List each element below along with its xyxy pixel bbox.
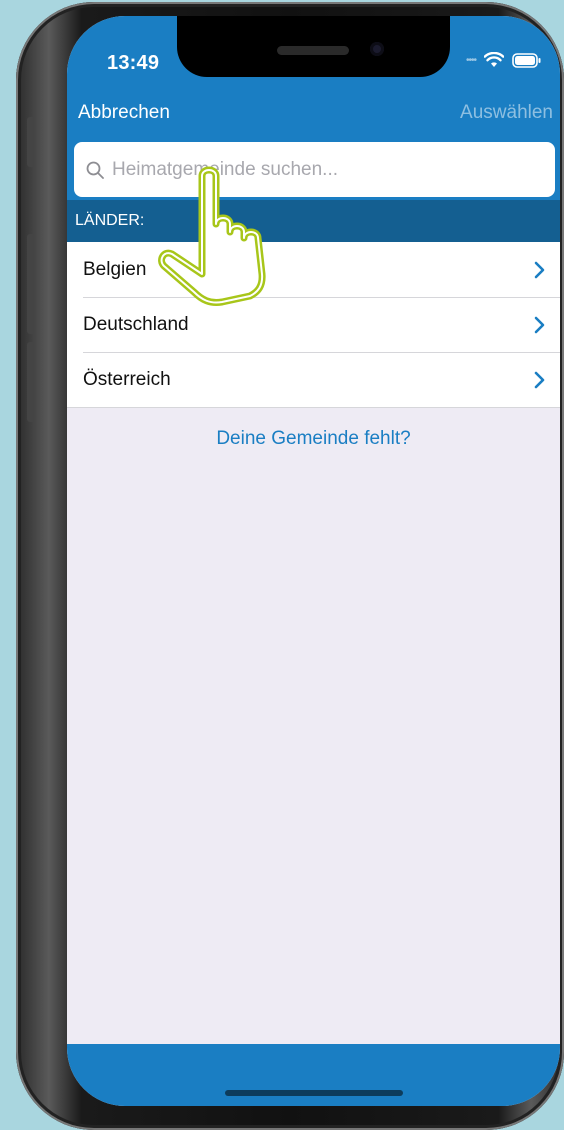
bottom-bar — [67, 1044, 560, 1106]
list-item-oesterreich[interactable]: Österreich — [67, 352, 560, 407]
status-icons: •••• — [466, 52, 542, 68]
pointing-hand-icon — [158, 166, 266, 306]
volume-down-button — [27, 342, 34, 422]
battery-icon — [512, 52, 541, 68]
status-time: 13:49 — [107, 52, 160, 74]
section-header-countries: LÄNDER: — [67, 200, 560, 242]
list-item-label: Österreich — [83, 368, 171, 390]
notch — [177, 16, 450, 77]
home-indicator — [225, 1090, 403, 1096]
list-item-label: Belgien — [83, 258, 147, 280]
stage-background: 13:49 •••• Abbrechen Auswählen Heimatgem… — [0, 0, 564, 1130]
list-item-deutschland[interactable]: Deutschland — [67, 297, 560, 352]
phone-frame: 13:49 •••• Abbrechen Auswählen Heimatgem… — [16, 2, 564, 1130]
select-button[interactable]: Auswählen — [460, 102, 553, 124]
front-camera — [370, 42, 384, 56]
chevron-right-icon — [534, 316, 545, 333]
search-icon — [84, 159, 106, 181]
screen: 13:49 •••• Abbrechen Auswählen Heimatgem… — [67, 16, 560, 1106]
list-item-label: Deutschland — [83, 313, 189, 335]
country-list: Belgien Deutschland Österreich — [67, 242, 560, 408]
header: 13:49 •••• Abbrechen Auswählen Heimatgem… — [67, 16, 560, 200]
cancel-button[interactable]: Abbrechen — [78, 102, 170, 124]
chevron-right-icon — [534, 371, 545, 388]
speaker — [277, 46, 349, 55]
list-item-belgien[interactable]: Belgien — [67, 242, 560, 297]
wifi-icon — [484, 52, 504, 67]
volume-up-button — [27, 234, 34, 334]
chevron-right-icon — [534, 261, 545, 278]
missing-community-link[interactable]: Deine Gemeinde fehlt? — [67, 428, 560, 450]
signal-dots-icon: •••• — [465, 54, 477, 66]
mute-switch — [27, 117, 34, 167]
search-bar[interactable] — [74, 142, 555, 197]
